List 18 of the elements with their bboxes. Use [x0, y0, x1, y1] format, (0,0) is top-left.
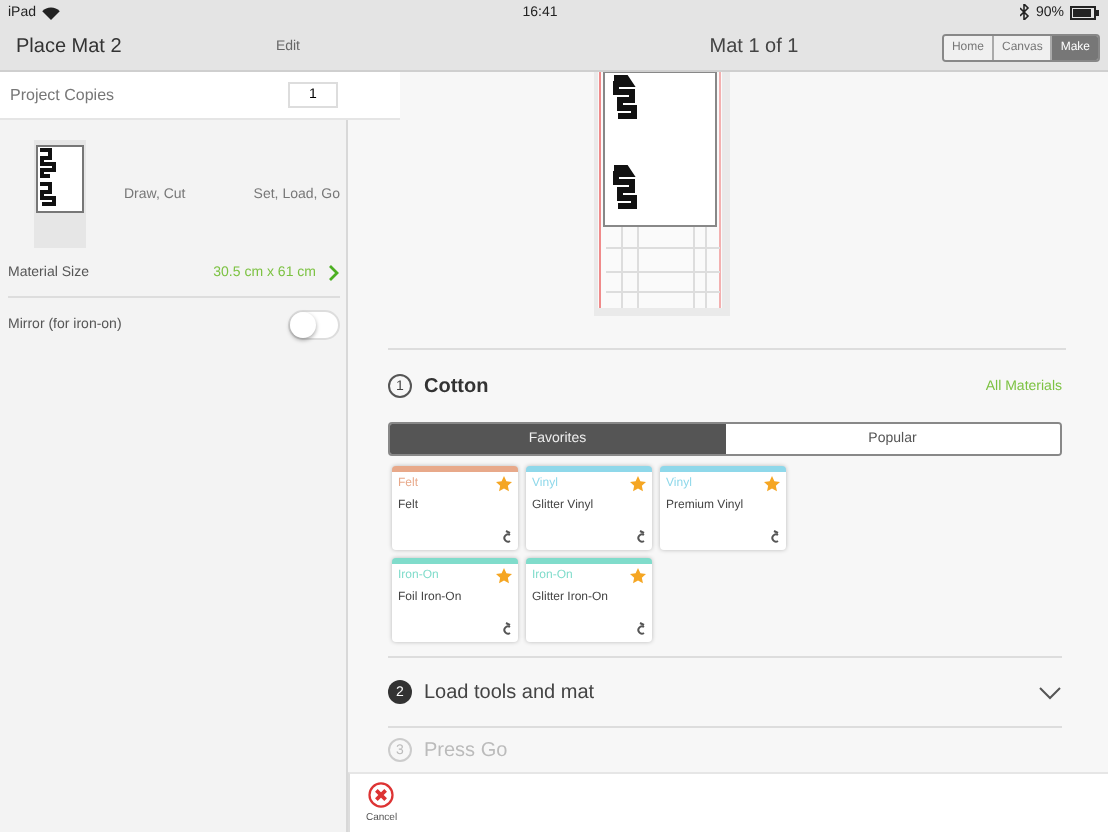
mat-title: Mat 1 of 1 [709, 36, 799, 58]
star-icon[interactable] [630, 476, 646, 492]
wifi-icon [42, 5, 61, 19]
bluetooth-icon [1019, 4, 1030, 20]
step-title: Cotton [424, 375, 489, 397]
star-icon[interactable] [630, 568, 646, 584]
star-icon[interactable] [764, 476, 780, 492]
star-icon[interactable] [496, 568, 512, 584]
step-title: Load tools and mat [424, 681, 595, 703]
mirror-toggle[interactable] [288, 310, 340, 340]
star-icon[interactable] [496, 476, 512, 492]
battery-icon [1070, 5, 1100, 19]
copies-label: Project Copies [10, 86, 115, 104]
project-title: Place Mat 2 [16, 36, 122, 58]
mat-thumbnail-drawing[interactable] [34, 140, 86, 248]
step-title: Press Go [424, 739, 508, 761]
chevron-down-icon[interactable] [1038, 685, 1062, 699]
chevron-right-icon [328, 264, 340, 282]
